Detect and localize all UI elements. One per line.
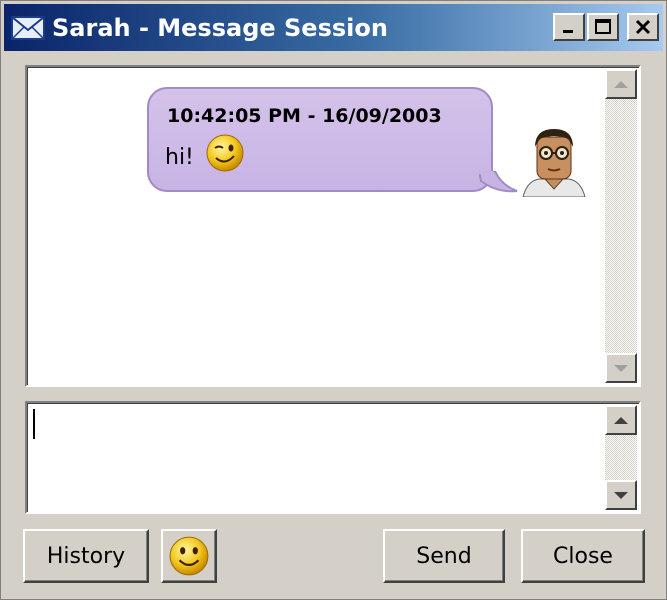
send-button[interactable]: Send	[383, 529, 505, 583]
message-timestamp: 10:42:05 PM - 16/09/2003	[167, 105, 442, 127]
send-button-label: Send	[416, 543, 472, 569]
text-caret	[33, 409, 35, 439]
message-session-window: Sarah - Message Session 10:42:05 PM - 16…	[0, 0, 667, 600]
arrow-down-icon	[614, 364, 628, 372]
title-bar[interactable]: Sarah - Message Session	[4, 4, 663, 51]
maximize-button[interactable]	[587, 13, 619, 41]
arrow-down-icon	[614, 491, 628, 499]
input-scroll-down-button[interactable]	[605, 480, 637, 510]
scroll-up-button[interactable]	[605, 69, 637, 99]
scroll-down-button[interactable]	[605, 353, 637, 383]
history-button-label: History	[46, 543, 126, 569]
chat-scrollbar[interactable]	[605, 69, 637, 383]
input-scrollbar[interactable]	[605, 405, 637, 510]
message-text: hi!	[165, 145, 194, 170]
chat-history-pane[interactable]: 10:42:05 PM - 16/09/2003 hi!	[25, 65, 641, 387]
close-icon	[635, 19, 651, 35]
minimize-icon	[563, 30, 573, 33]
emoticon-button[interactable]	[161, 529, 217, 583]
smiley-icon	[169, 536, 209, 576]
wink-emoticon	[206, 134, 244, 172]
bubble-tail	[479, 171, 518, 193]
close-button[interactable]: Close	[521, 529, 645, 583]
envelope-icon	[11, 15, 45, 40]
maximize-icon	[595, 19, 611, 34]
close-window-button[interactable]	[627, 13, 659, 41]
arrow-up-icon	[614, 416, 628, 424]
message-bubble: 10:42:05 PM - 16/09/2003 hi!	[147, 87, 493, 192]
close-button-label: Close	[553, 543, 613, 569]
arrow-up-icon	[614, 80, 628, 88]
avatar	[519, 125, 589, 197]
history-button[interactable]: History	[23, 529, 149, 583]
window-controls	[553, 13, 659, 41]
minimize-button[interactable]	[553, 13, 585, 41]
window-title: Sarah - Message Session	[52, 13, 388, 42]
input-scroll-up-button[interactable]	[605, 405, 637, 435]
message-input[interactable]	[25, 401, 641, 514]
